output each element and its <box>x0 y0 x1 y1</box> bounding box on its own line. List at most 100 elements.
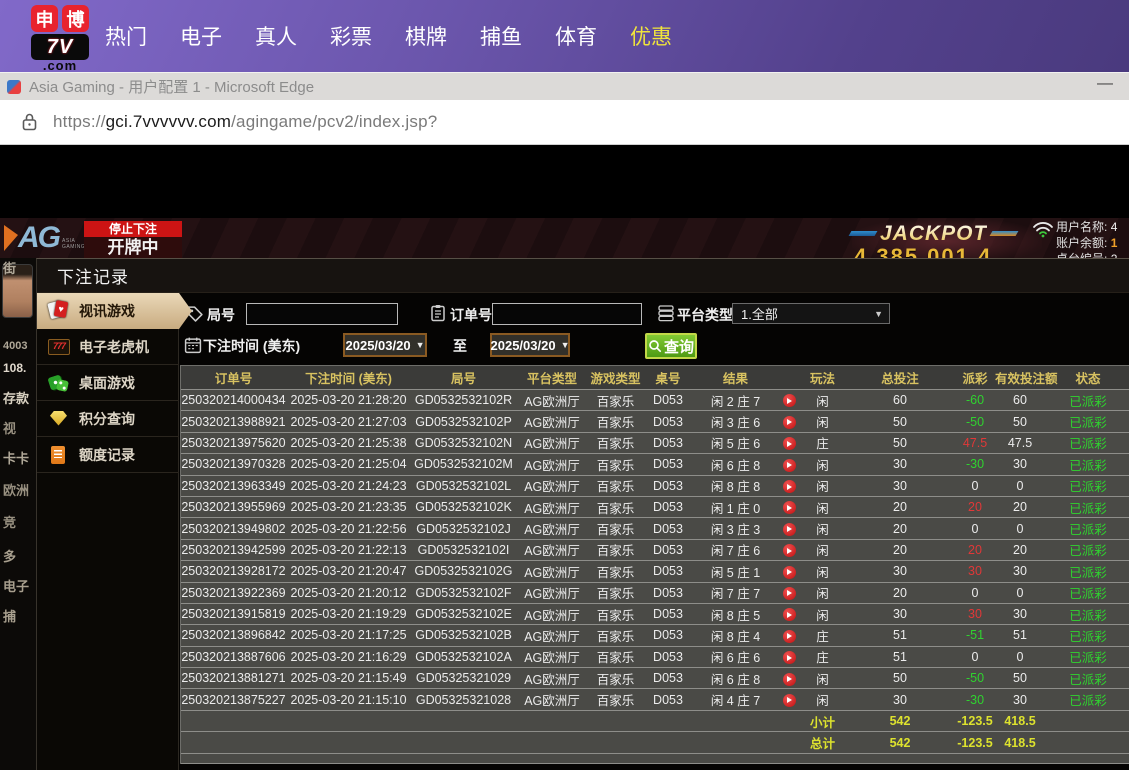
status-cell: 已派彩 <box>1045 391 1129 410</box>
site-logo[interactable]: 申 博 7V .com <box>22 5 98 71</box>
payout-cell: -30 <box>955 693 995 707</box>
payout-cell: 0 <box>955 586 995 600</box>
play-icon[interactable] <box>783 437 796 450</box>
play-type-cell: 闲 <box>800 669 845 688</box>
play-type-cell: 闲 <box>800 690 845 709</box>
sidebar-item[interactable]: 电子老虎机 <box>37 329 179 365</box>
platform-select[interactable]: 1.全部 ▼ <box>732 303 890 324</box>
table-no-cell: D053 <box>643 693 693 707</box>
table-no-cell: D053 <box>643 607 693 621</box>
table-no-cell: D053 <box>643 628 693 642</box>
total-bet-cell: 60 <box>845 393 955 407</box>
order-no-cell: 250320213875227 <box>181 693 286 707</box>
platform-cell: AG欧洲厅 <box>516 562 588 581</box>
background-menu-item: 多 <box>3 546 16 565</box>
play-icon[interactable] <box>783 630 796 643</box>
play-icon[interactable] <box>783 416 796 429</box>
sidebar-item[interactable]: 额度记录 <box>37 437 179 473</box>
play-icon[interactable] <box>783 394 796 407</box>
game-type-cell: 百家乐 <box>588 583 643 602</box>
total-bet-cell: 20 <box>845 586 955 600</box>
play-icon[interactable] <box>783 608 796 621</box>
date-from-picker[interactable]: 2025/03/20 ▼ <box>343 333 427 357</box>
result-cell: 闲 5 庄 6 <box>693 433 778 452</box>
order-no-cell: 250320213988921 <box>181 415 286 429</box>
total-bet-cell: 20 <box>845 543 955 557</box>
round-no-cell: GD0532532102J <box>411 522 516 536</box>
play-type-cell: 闲 <box>800 498 845 517</box>
date-to-picker[interactable]: 2025/03/20 ▼ <box>490 333 570 357</box>
platform-cell: AG欧洲厅 <box>516 647 588 666</box>
play-icon[interactable] <box>783 523 796 536</box>
valid-bet-cell: 30 <box>995 693 1045 707</box>
result-cell: 闲 3 庄 3 <box>693 519 778 538</box>
play-cell <box>778 607 800 622</box>
play-type-cell: 闲 <box>800 519 845 538</box>
bet-time-cell: 2025-03-20 21:25:38 <box>286 436 411 450</box>
platform-cell: AG欧洲厅 <box>516 626 588 645</box>
game-type-cell: 百家乐 <box>588 455 643 474</box>
order-no-cell: 250320213963349 <box>181 479 286 493</box>
points-icon <box>47 408 71 430</box>
order-input[interactable] <box>492 303 642 325</box>
play-icon[interactable] <box>783 651 796 664</box>
sidebar-item[interactable]: 桌面游戏 <box>37 365 179 401</box>
payout-cell: -50 <box>955 671 995 685</box>
play-icon[interactable] <box>783 459 796 472</box>
play-cell <box>778 500 800 515</box>
nav-item[interactable]: 热门 <box>105 21 147 51</box>
favicon-icon <box>7 80 21 94</box>
chevron-down-icon: ▼ <box>874 309 883 319</box>
play-icon[interactable] <box>783 501 796 514</box>
total-bet-cell: 51 <box>845 650 955 664</box>
round-input[interactable] <box>246 303 398 325</box>
sidebar-item[interactable]: 视讯游戏 <box>37 293 192 329</box>
table-header-row: 订单号 下注时间 (美东) 局号 平台类型 游戏类型 桌号 <box>181 366 1129 390</box>
play-icon[interactable] <box>783 480 796 493</box>
background-menu-item: 视 <box>3 418 16 437</box>
total-row: 总计 542 -123.5 418.5 <box>181 732 1129 754</box>
play-icon[interactable] <box>783 587 796 600</box>
modal-header: 下注记录 <box>37 259 1129 293</box>
nav-item[interactable]: 体育 <box>555 21 597 51</box>
nav-item[interactable]: 电子 <box>180 21 222 51</box>
valid-bet-cell: 20 <box>995 500 1045 514</box>
table-filler <box>181 754 1129 764</box>
chevron-down-icon: ▼ <box>416 340 425 350</box>
play-icon[interactable] <box>783 544 796 557</box>
search-icon <box>648 339 662 353</box>
background-menu-item: 4003 <box>3 340 27 352</box>
table-header-cell: 派彩 <box>955 368 995 387</box>
game-type-cell: 百家乐 <box>588 412 643 431</box>
wifi-icon <box>1032 220 1054 238</box>
sidebar-item[interactable]: 积分查询 <box>37 401 179 437</box>
nav-item[interactable]: 棋牌 <box>405 21 447 51</box>
round-no-cell: GD0532532102G <box>411 564 516 578</box>
stop-betting-banner: 停止下注 <box>84 221 182 237</box>
nav-item[interactable]: 真人 <box>255 21 297 51</box>
table-header-cell: 平台类型 <box>516 368 588 387</box>
platform-cell: AG欧洲厅 <box>516 433 588 452</box>
background-menu-item: 108. <box>3 361 26 375</box>
address-bar[interactable]: https://gci.7vvvvvv.com/agingame/pcv2/in… <box>0 100 1129 145</box>
search-button[interactable]: 查询 <box>645 333 697 359</box>
result-cell: 闲 3 庄 6 <box>693 412 778 431</box>
nav-item[interactable]: 捕鱼 <box>480 21 522 51</box>
bet-time-cell: 2025-03-20 21:20:47 <box>286 564 411 578</box>
total-bet-cell: 30 <box>845 564 955 578</box>
table-no-cell: D053 <box>643 479 693 493</box>
play-cell <box>778 692 800 707</box>
status-cell: 已派彩 <box>1045 540 1129 559</box>
total-bet-cell: 20 <box>845 500 955 514</box>
minimize-button[interactable]: — <box>1097 75 1113 93</box>
nav-item[interactable]: 彩票 <box>330 21 372 51</box>
play-icon[interactable] <box>783 566 796 579</box>
logo-badge-2: 博 <box>62 5 89 32</box>
background-menu-item: 竞 <box>3 512 16 531</box>
platform-cell: AG欧洲厅 <box>516 519 588 538</box>
game-type-cell: 百家乐 <box>588 391 643 410</box>
nav-item[interactable]: 优惠 <box>630 21 672 51</box>
table-row: 250320213875227 2025-03-20 21:15:10 GD05… <box>181 689 1129 710</box>
play-icon[interactable] <box>783 673 796 686</box>
play-icon[interactable] <box>783 694 796 707</box>
